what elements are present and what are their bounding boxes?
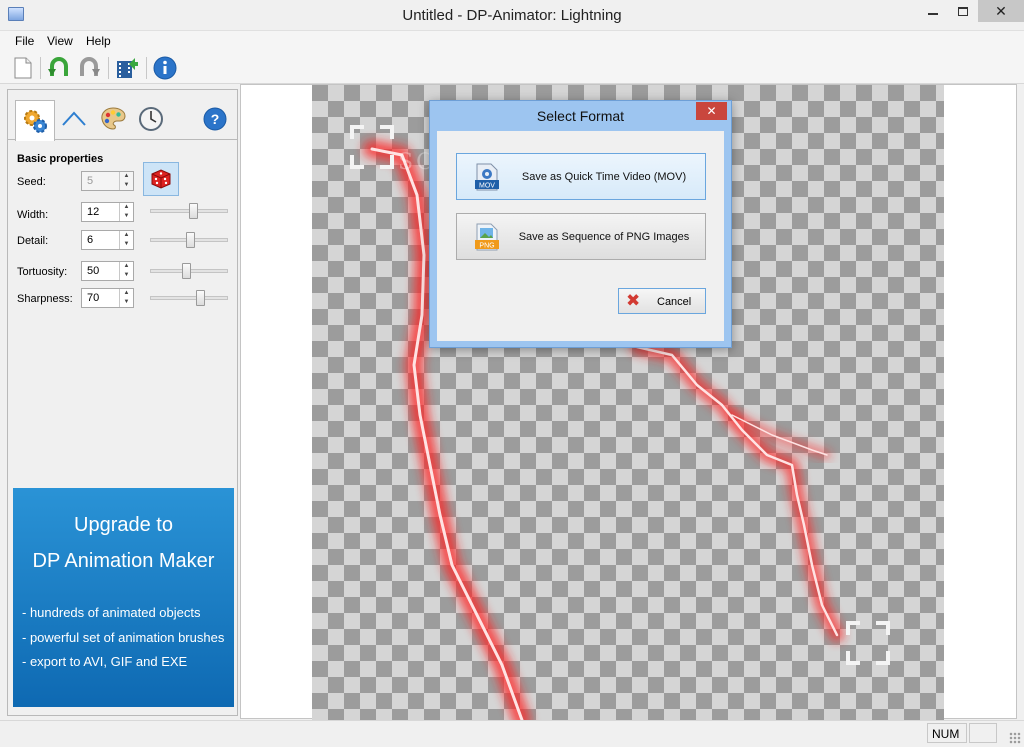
cancel-icon: ✖ (626, 291, 641, 310)
dialog-title: Select Format (536, 108, 625, 124)
undo-button[interactable] (46, 55, 72, 81)
num-lock-indicator: NUM (927, 723, 967, 743)
resize-grip[interactable] (1009, 732, 1021, 744)
palette-icon (101, 107, 126, 130)
cancel-label: Cancel (657, 296, 692, 308)
promo-heading: Upgrade to (74, 514, 173, 536)
tortuosity-slider-thumb[interactable] (182, 263, 191, 279)
save-mov-button[interactable]: MOV Save as Quick Time Video (MOV) (456, 153, 706, 200)
toolbar-separator (108, 57, 109, 79)
menu-help[interactable]: Help (86, 34, 111, 48)
new-document-button[interactable] (10, 55, 36, 81)
detail-stepper[interactable]: ▲ ▼ (119, 231, 133, 249)
width-value: 12 (87, 206, 100, 218)
width-slider[interactable] (150, 203, 228, 219)
seed-input[interactable]: 5 ▲ ▼ (81, 171, 134, 191)
clock-icon (139, 107, 163, 131)
maximize-button[interactable] (948, 0, 978, 22)
png-file-icon: PNG (475, 223, 499, 251)
status-bar: NUM (0, 720, 1024, 747)
upgrade-banner[interactable]: Upgrade to DP Animation Maker - hundreds… (13, 488, 234, 707)
svg-text:?: ? (211, 111, 220, 127)
seed-value: 5 (87, 175, 94, 187)
toolbar-separator (146, 57, 147, 79)
properties-panel: ? Basic properties Seed: 5 ▲ ▼ Width: 12 … (7, 89, 238, 716)
detail-label: Detail: (17, 235, 49, 247)
dialog-close-button[interactable]: ✕ (696, 102, 727, 120)
section-title: Basic properties (17, 153, 104, 165)
help-icon: ? (203, 107, 227, 131)
width-stepper[interactable]: ▲ ▼ (119, 203, 133, 221)
save-mov-label: Save as Quick Time Video (MOV) (521, 171, 687, 183)
detail-slider[interactable] (150, 232, 228, 248)
toolbar (0, 51, 1024, 84)
tortuosity-slider[interactable] (150, 263, 228, 279)
promo-bullet: - hundreds of animated objects (22, 605, 201, 620)
promo-bullet: - powerful set of animation brushes (22, 630, 225, 645)
panel-tabs: ? (8, 90, 237, 141)
select-format-dialog: Select Format ✕ MOV Save as Quick Time V… (429, 100, 732, 348)
sharpness-input[interactable]: 70 ▲ ▼ (81, 288, 134, 308)
title-bar: Untitled - DP-Animator: Lightning ✕ (0, 0, 1024, 31)
tortuosity-stepper[interactable]: ▲ ▼ (119, 262, 133, 280)
menu-file[interactable]: File (15, 34, 34, 48)
dialog-body: MOV Save as Quick Time Video (MOV) PNG S… (437, 131, 724, 341)
minimize-button[interactable] (918, 0, 948, 22)
png-icon-text: PNG (479, 243, 494, 250)
menu-bar: File View Help (0, 31, 1024, 51)
info-button[interactable] (152, 55, 178, 81)
minimize-icon (928, 13, 938, 15)
promo-bullet: - export to AVI, GIF and EXE (22, 654, 188, 669)
toolbar-separator (40, 57, 41, 79)
sharpness-slider[interactable] (150, 290, 228, 306)
close-icon: ✕ (706, 104, 717, 118)
export-film-icon (117, 58, 138, 78)
tortuosity-input[interactable]: 50 ▲ ▼ (81, 261, 134, 281)
seed-label: Seed: (17, 176, 46, 188)
sharpness-label: Sharpness: (17, 293, 73, 305)
sharpness-slider-thumb[interactable] (196, 290, 205, 306)
close-icon: ✕ (995, 2, 1007, 19)
redo-icon (80, 57, 100, 76)
width-input[interactable]: 12 ▲ ▼ (81, 202, 134, 222)
seed-stepper[interactable]: ▲ ▼ (119, 172, 133, 190)
width-label: Width: (17, 209, 49, 221)
tab-shape[interactable] (57, 102, 91, 136)
info-icon (153, 56, 177, 80)
promo-product: DP Animation Maker (32, 550, 215, 572)
save-png-label: Save as Sequence of PNG Images (518, 231, 690, 243)
sharpness-value: 70 (87, 292, 100, 304)
randomize-seed-button[interactable] (143, 162, 179, 196)
cancel-button[interactable]: ✖ Cancel (618, 288, 706, 314)
end-point-handle[interactable] (846, 621, 890, 665)
close-button[interactable]: ✕ (978, 0, 1024, 22)
tab-basic[interactable] (15, 100, 55, 141)
tortuosity-label: Tortuosity: (17, 266, 68, 278)
dice-icon (151, 169, 171, 189)
new-document-icon (14, 57, 32, 79)
tab-colors[interactable] (96, 102, 130, 136)
sharpness-stepper[interactable]: ▲ ▼ (119, 289, 133, 307)
save-png-button[interactable]: PNG Save as Sequence of PNG Images (456, 213, 706, 260)
detail-slider-thumb[interactable] (186, 232, 195, 248)
menu-view[interactable]: View (47, 34, 73, 48)
redo-button[interactable] (76, 55, 102, 81)
tortuosity-value: 50 (87, 265, 100, 277)
window-title: Untitled - DP-Animator: Lightning (402, 7, 622, 24)
undo-icon (48, 57, 68, 76)
tab-help[interactable]: ? (198, 102, 232, 136)
maximize-icon (958, 6, 968, 16)
status-cell-empty (969, 723, 997, 743)
export-button[interactable] (114, 55, 140, 81)
detail-input[interactable]: 6 ▲ ▼ (81, 230, 134, 250)
gears-icon (24, 110, 47, 133)
tab-timing[interactable] (134, 102, 168, 136)
detail-value: 6 (87, 234, 94, 246)
lightning-shape-icon (62, 111, 86, 126)
width-slider-thumb[interactable] (189, 203, 198, 219)
mov-icon-text: MOV (479, 183, 495, 190)
start-point-handle[interactable] (350, 125, 394, 169)
mov-file-icon: MOV (475, 163, 499, 191)
